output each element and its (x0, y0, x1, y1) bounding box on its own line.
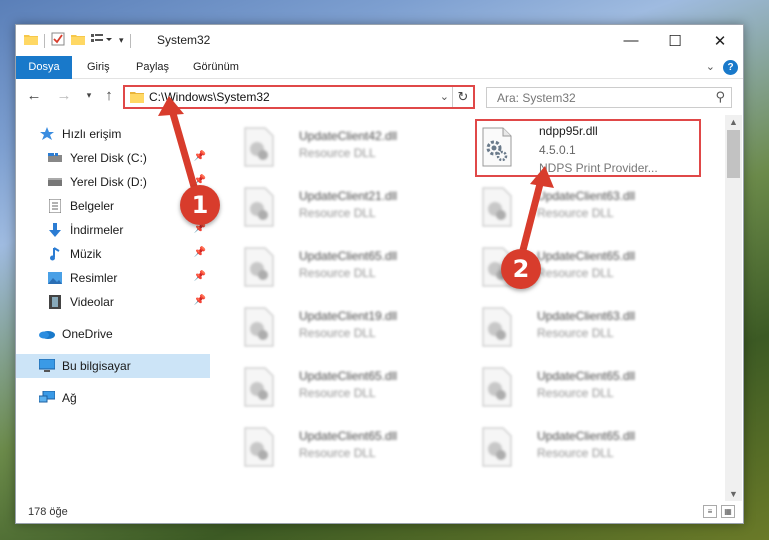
file-item[interactable]: UpdateClient63.dll Resource DLL (465, 299, 695, 355)
expand-ribbon-icon[interactable]: ⌄ (706, 60, 715, 73)
star-icon (39, 126, 55, 142)
dropdown-icon[interactable]: ▾ (119, 35, 124, 46)
customize-qat-icon[interactable] (91, 33, 113, 48)
download-icon (47, 222, 63, 238)
file-item[interactable]: UpdateClient65.dll Resource DLL (227, 239, 457, 295)
pin-icon[interactable]: 📌 (194, 271, 206, 282)
tab-file[interactable]: Dosya (16, 56, 72, 79)
step-badge-1: 1 (180, 185, 220, 225)
new-folder-icon[interactable] (71, 33, 85, 48)
sidebar-item-videos[interactable]: Videolar 📌 (47, 290, 210, 314)
computer-icon (39, 358, 55, 374)
sidebar-item-pictures[interactable]: Resimler 📌 (47, 266, 210, 290)
address-path[interactable]: C:\Windows\System32 (149, 90, 270, 104)
tab-home[interactable]: Giriş (78, 56, 119, 79)
dll-file-icon (482, 367, 512, 407)
sidebar-item-quick-access[interactable]: Hızlı erişim (39, 122, 209, 146)
dll-file-icon (244, 127, 274, 167)
tab-view[interactable]: Görünüm (184, 56, 248, 79)
sidebar-item-onedrive[interactable]: OneDrive (39, 322, 209, 346)
dll-file-icon (244, 427, 274, 467)
address-dropdown-icon[interactable]: ⌄ (440, 90, 449, 103)
pin-icon[interactable]: 📌 (194, 247, 206, 258)
item-count: 178 öğe (28, 506, 68, 518)
dll-file-icon (244, 247, 274, 287)
file-item[interactable]: UpdateClient65.dll Resource DLL (227, 359, 457, 415)
file-item[interactable]: UpdateClient65.dll Resource DLL (465, 239, 695, 295)
music-icon (47, 246, 63, 262)
file-item[interactable]: UpdateClient21.dll Resource DLL (227, 179, 457, 235)
quick-access-toolbar: ▾ (24, 32, 131, 49)
back-icon[interactable]: ← (24, 87, 44, 104)
drive-icon (47, 174, 63, 190)
help-icon[interactable]: ? (723, 60, 738, 75)
forward-icon[interactable]: → (54, 87, 74, 104)
scroll-down-icon[interactable]: ▼ (725, 489, 742, 499)
close-button[interactable]: ✕ (697, 25, 743, 56)
properties-icon[interactable] (51, 32, 65, 49)
network-icon (39, 390, 55, 406)
file-item[interactable]: UpdateClient63.dll Resource DLL (465, 179, 695, 235)
pictures-icon (47, 270, 63, 286)
details-view-icon[interactable]: ≡ (703, 505, 717, 518)
sidebar-item-music[interactable]: Müzik 📌 (47, 242, 210, 266)
dll-file-icon (244, 367, 274, 407)
up-icon[interactable]: ↑ (99, 87, 119, 104)
folder-icon (130, 91, 144, 106)
window-title: System32 (157, 33, 211, 47)
dll-file-icon (482, 187, 512, 227)
recent-locations-icon[interactable]: ▾ (79, 90, 99, 101)
sidebar-item-local-disk-c[interactable]: Yerel Disk (C:) 📌 (47, 146, 210, 170)
explorer-window: ▾ System32 — ☐ ✕ Dosya Giriş Paylaş Görü… (15, 24, 744, 524)
refresh-icon[interactable]: ↻ (452, 87, 473, 107)
ribbon-tabs: Dosya Giriş Paylaş Görünüm ⌄ ? (16, 56, 743, 79)
navigation-pane: Hızlı erişim Yerel Disk (C:) 📌 Yerel Dis… (16, 115, 212, 501)
large-icons-view-icon[interactable]: ▦ (721, 505, 735, 518)
sidebar-item-downloads[interactable]: İndirmeler 📌 (47, 218, 210, 242)
search-input[interactable]: Ara: System32 ⚲ (486, 87, 732, 108)
highlight-box-file (475, 119, 701, 177)
file-item[interactable]: UpdateClient65.dll Resource DLL (465, 359, 695, 415)
dll-file-icon (482, 307, 512, 347)
vertical-scrollbar[interactable]: ▲ ▼ (725, 115, 742, 501)
maximize-button[interactable]: ☐ (652, 25, 698, 56)
tab-share[interactable]: Paylaş (127, 56, 178, 79)
cloud-icon (39, 326, 55, 342)
documents-icon (47, 198, 63, 214)
file-item[interactable]: UpdateClient65.dll Resource DLL (227, 419, 457, 475)
sidebar-item-this-pc[interactable]: Bu bilgisayar (16, 354, 210, 378)
folder-icon (24, 33, 38, 48)
pin-icon[interactable]: 📌 (194, 295, 206, 306)
videos-icon (47, 294, 63, 310)
view-toggles: ≡ ▦ (703, 505, 735, 518)
search-icon[interactable]: ⚲ (715, 89, 725, 105)
address-bar[interactable]: C:\Windows\System32 ⌄ ↻ (123, 85, 475, 109)
title-bar: ▾ System32 — ☐ ✕ (16, 25, 743, 56)
search-placeholder: Ara: System32 (497, 91, 576, 105)
file-item[interactable]: UpdateClient65.dll Resource DLL (465, 419, 695, 475)
drive-icon (47, 150, 63, 166)
minimize-button[interactable]: — (608, 25, 654, 56)
file-list: UpdateClient42.dll Resource DLL UpdateCl… (213, 115, 725, 501)
step-badge-2: 2 (501, 249, 541, 289)
sidebar-item-network[interactable]: Ağ (39, 386, 209, 410)
dll-file-icon (244, 187, 274, 227)
navigation-bar: ← → ▾ ↑ C:\Windows\System32 ⌄ ↻ Ara: Sys… (16, 79, 743, 115)
dll-file-icon (482, 427, 512, 467)
scroll-thumb[interactable] (727, 130, 740, 178)
pin-icon[interactable]: 📌 (194, 151, 206, 162)
status-bar: 178 öğe ≡ ▦ (16, 501, 743, 525)
scroll-up-icon[interactable]: ▲ (725, 117, 742, 127)
file-item[interactable]: UpdateClient19.dll Resource DLL (227, 299, 457, 355)
dll-file-icon (244, 307, 274, 347)
file-item[interactable]: UpdateClient42.dll Resource DLL (227, 119, 457, 175)
